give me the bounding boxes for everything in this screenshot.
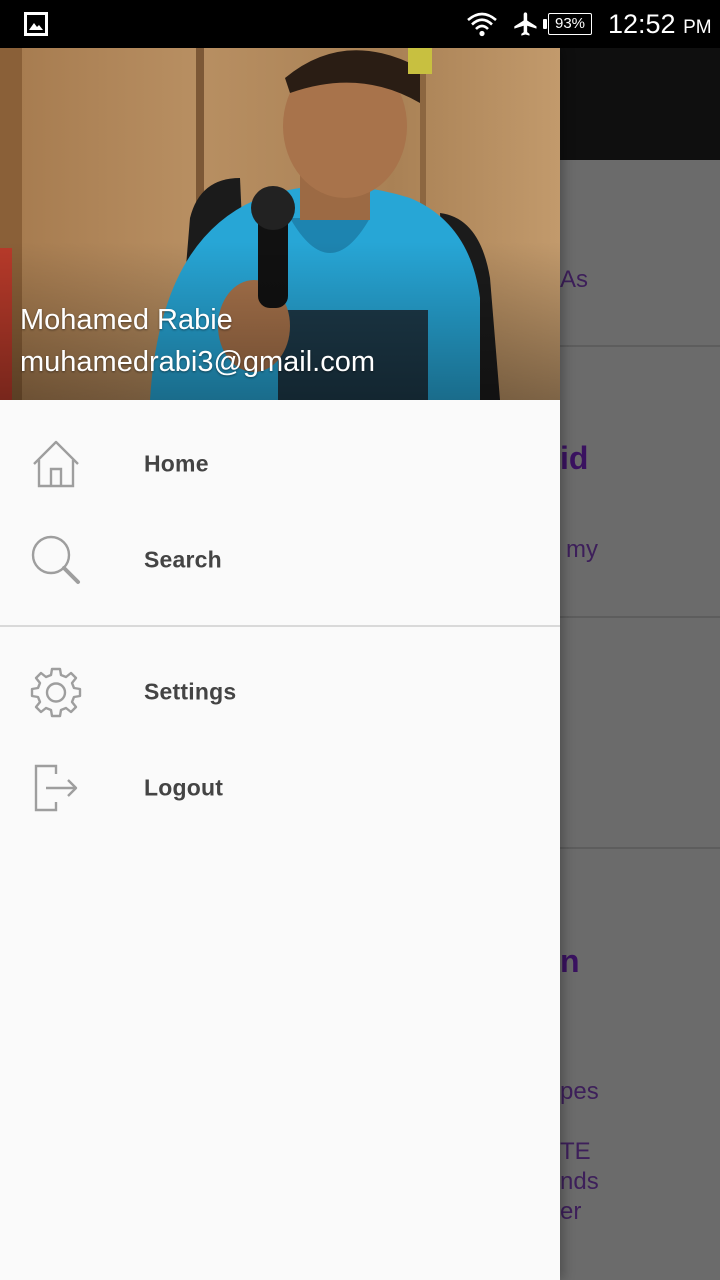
bg-fragment: my bbox=[566, 536, 598, 563]
menu-item-label: Settings bbox=[144, 678, 237, 705]
menu-item-label: Search bbox=[144, 546, 222, 573]
user-email: muhamedrabi3@gmail.com bbox=[20, 346, 376, 378]
home-icon bbox=[28, 436, 84, 492]
logout-icon bbox=[28, 760, 84, 816]
bg-fragment: pes bbox=[560, 1078, 599, 1105]
bg-fragment: er bbox=[560, 1198, 582, 1225]
menu-item-label: Home bbox=[144, 450, 209, 477]
menu-item-label: Logout bbox=[144, 774, 224, 801]
bg-divider bbox=[560, 616, 720, 618]
bg-fragment: id bbox=[560, 440, 589, 476]
clock: 12:52 PM bbox=[608, 8, 712, 44]
navigation-drawer: Mohamed Rabie muhamedrabi3@gmail.com Hom… bbox=[0, 48, 560, 1280]
menu-item-settings[interactable]: Settings bbox=[0, 644, 560, 740]
battery-level: 93% bbox=[548, 13, 592, 35]
bg-fragment: As bbox=[560, 266, 589, 293]
user-name: Mohamed Rabie bbox=[20, 304, 233, 336]
gear-icon bbox=[28, 664, 84, 720]
menu-item-search[interactable]: Search bbox=[0, 512, 560, 608]
bg-divider bbox=[560, 847, 720, 849]
bg-divider bbox=[560, 345, 720, 347]
drawer-menu-primary: Home Search bbox=[0, 400, 560, 608]
gallery-icon bbox=[24, 12, 48, 41]
menu-item-home[interactable]: Home bbox=[0, 416, 560, 512]
menu-item-logout[interactable]: Logout bbox=[0, 740, 560, 836]
search-icon bbox=[28, 532, 84, 588]
clock-ampm: PM bbox=[683, 17, 712, 38]
bg-fragment: TE bbox=[560, 1138, 591, 1165]
wifi-icon bbox=[466, 11, 498, 42]
bg-fragment: n bbox=[560, 943, 580, 979]
airplane-mode-icon bbox=[512, 10, 540, 43]
battery-icon bbox=[543, 19, 547, 29]
bg-fragment: nds bbox=[560, 1168, 599, 1195]
drawer-header: Mohamed Rabie muhamedrabi3@gmail.com bbox=[0, 48, 560, 400]
drawer-menu-secondary: Settings Logout bbox=[0, 627, 560, 836]
clock-time: 12:52 bbox=[608, 9, 676, 39]
status-bar: 93% 12:52 PM bbox=[0, 0, 720, 48]
